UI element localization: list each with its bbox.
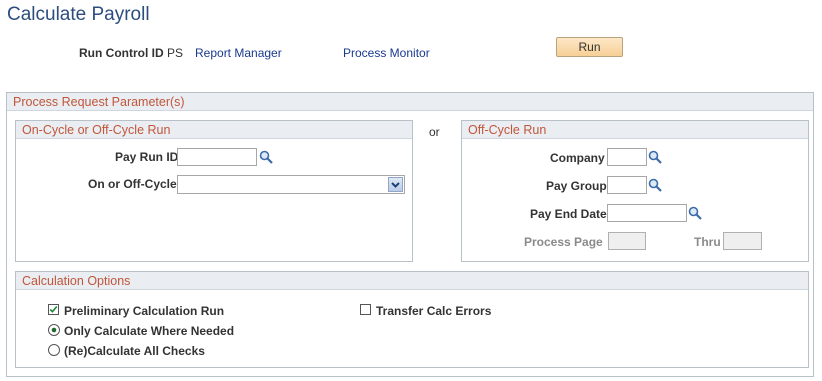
pay-run-id-lookup-icon[interactable] [259, 150, 273, 164]
company-lookup-icon[interactable] [648, 150, 662, 164]
checkmark-icon [49, 305, 58, 313]
preliminary-calc-label: Preliminary Calculation Run [64, 304, 225, 318]
run-control-id-label: Run Control ID [79, 46, 164, 60]
thru-label: Thru [694, 235, 721, 249]
calculation-options-header: Calculation Options [16, 272, 808, 290]
pay-end-date-lookup-icon[interactable] [688, 206, 702, 220]
on-off-cycle-select[interactable] [177, 175, 405, 194]
run-button[interactable]: Run [556, 37, 623, 57]
report-manager-link[interactable]: Report Manager [195, 46, 282, 60]
pay-end-date-input[interactable] [607, 204, 687, 222]
on-off-cycle-label: On or Off-Cycle [88, 177, 177, 191]
process-page-input [608, 232, 646, 250]
on-cycle-header: On-Cycle or Off-Cycle Run [16, 121, 412, 139]
off-cycle-header: Off-Cycle Run [462, 121, 808, 139]
pay-run-id-input[interactable] [177, 148, 257, 166]
only-calc-radio[interactable] [48, 324, 60, 336]
thru-input [723, 232, 762, 250]
transfer-calc-errors-checkbox[interactable] [360, 304, 371, 315]
page-title: Calculate Payroll [7, 4, 150, 25]
recalc-all-radio[interactable] [48, 344, 60, 356]
process-page-label: Process Page [524, 235, 603, 249]
pay-end-date-label: Pay End Date [530, 207, 607, 221]
process-request-header: Process Request Parameter(s) [7, 93, 813, 111]
preliminary-calc-checkbox[interactable] [48, 304, 59, 315]
company-label: Company [550, 151, 605, 165]
transfer-calc-errors-label: Transfer Calc Errors [376, 304, 492, 318]
chevron-down-icon[interactable] [388, 177, 403, 192]
pay-group-input[interactable] [607, 176, 647, 194]
radio-dot-icon [51, 327, 57, 333]
pay-group-label: Pay Group [546, 179, 607, 193]
or-label: or [429, 125, 440, 139]
run-control-id-value: PS [167, 46, 184, 60]
pay-group-lookup-icon[interactable] [648, 178, 662, 192]
recalc-all-label: (Re)Calculate All Checks [64, 344, 205, 358]
pay-run-id-label: Pay Run ID [115, 150, 179, 164]
only-calc-label: Only Calculate Where Needed [64, 324, 235, 338]
process-monitor-link[interactable]: Process Monitor [343, 46, 430, 60]
company-input[interactable] [607, 148, 647, 166]
